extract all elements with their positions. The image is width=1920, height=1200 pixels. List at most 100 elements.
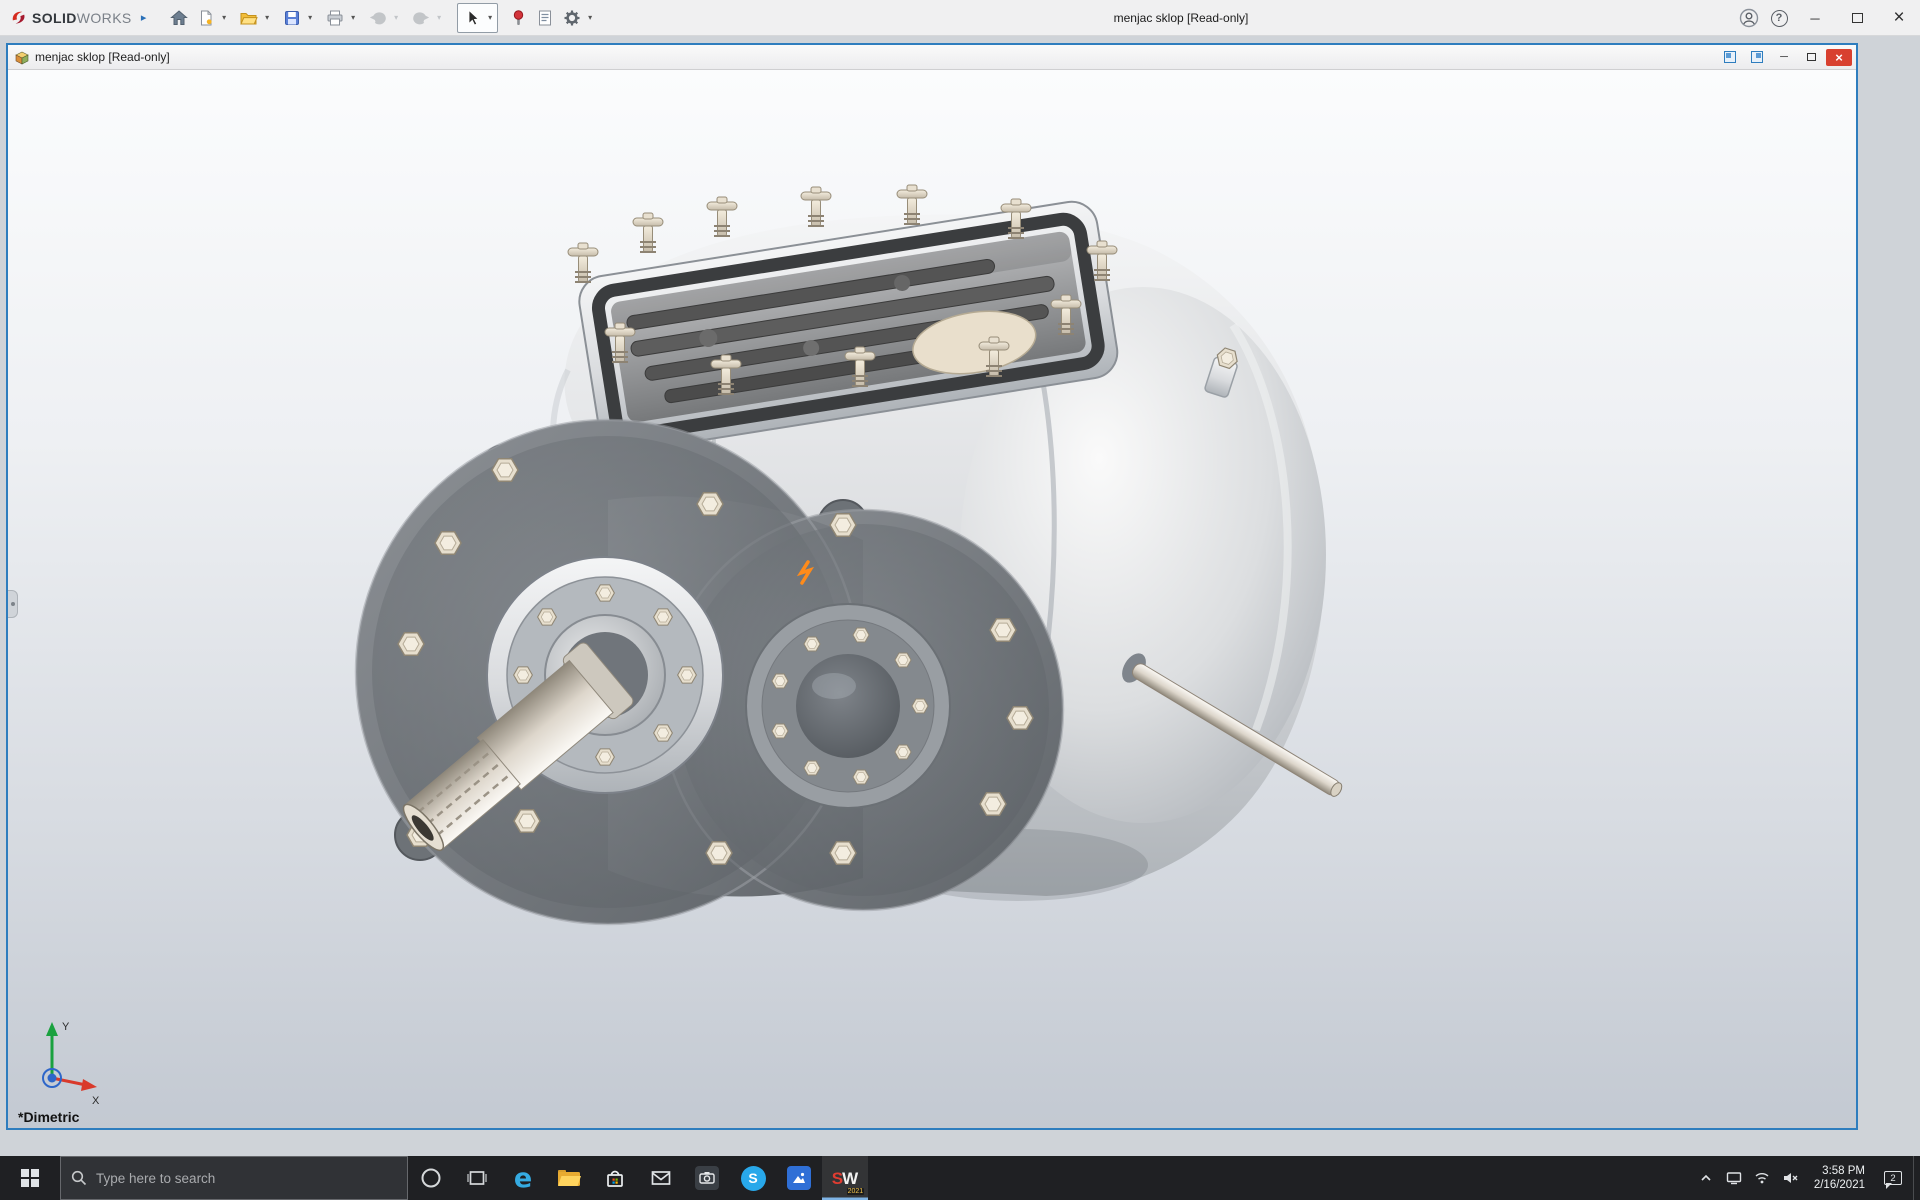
- doc-layout-button-2[interactable]: [1745, 48, 1769, 66]
- store-icon: [607, 1170, 623, 1187]
- taskbar-app-store[interactable]: [592, 1156, 638, 1200]
- save-icon: [284, 10, 299, 25]
- search-input[interactable]: [96, 1170, 397, 1186]
- tray-chevron-button[interactable]: [1694, 1156, 1718, 1200]
- user-icon: [1739, 8, 1759, 28]
- mail-icon: [651, 1171, 671, 1185]
- print-icon: [327, 10, 343, 25]
- dropdown-icon: ▾: [308, 12, 313, 22]
- main-toolbar: ▾ ▾ ▾ ▾ ▾ ▾ ▾ ▾: [166, 2, 601, 33]
- app-window-title: menjac sklop [Read-only]: [1113, 10, 1249, 25]
- taskbar-app-solidworks[interactable]: SW 2021: [822, 1156, 868, 1200]
- start-button[interactable]: [0, 1156, 60, 1200]
- new-document-dropdown[interactable]: ▾: [219, 4, 230, 32]
- assembly-icon: [15, 51, 29, 65]
- taskbar-app-mail[interactable]: [638, 1156, 684, 1200]
- maximize-button[interactable]: [1836, 0, 1878, 36]
- orientation-triad: Y X: [42, 1021, 100, 1107]
- minimize-button[interactable]: ─: [1794, 0, 1836, 36]
- options-button[interactable]: [559, 4, 585, 32]
- open-dropdown[interactable]: ▾: [262, 4, 273, 32]
- account-button[interactable]: [1734, 0, 1764, 36]
- undo-icon: [369, 11, 386, 24]
- select-tool-button[interactable]: [459, 4, 485, 32]
- file-properties-icon: [538, 10, 551, 25]
- clock-date: 2/16/2021: [1813, 1179, 1865, 1191]
- document-window: menjac sklop [Read-only] ─ × Y X *Dimetr…: [6, 43, 1858, 1130]
- doc-restore-button[interactable]: [1799, 48, 1823, 66]
- skype-icon: S: [740, 1165, 766, 1191]
- action-center-button[interactable]: 2: [1877, 1156, 1909, 1200]
- new-document-icon: [200, 10, 212, 25]
- options-dropdown[interactable]: ▾: [585, 4, 596, 32]
- viewport-3d[interactable]: Y X *Dimetric: [8, 70, 1856, 1128]
- dropdown-icon: ▾: [488, 12, 493, 22]
- dassault-logo-icon: [12, 11, 25, 24]
- print-dropdown[interactable]: ▾: [348, 4, 359, 32]
- maximize-icon: [1851, 13, 1863, 23]
- new-document-button[interactable]: [193, 4, 219, 32]
- undo-button[interactable]: [365, 4, 391, 32]
- minimize-icon: ─: [1810, 10, 1820, 26]
- gearbox-model[interactable]: [8, 70, 1856, 1128]
- close-icon: ×: [1835, 49, 1843, 65]
- redo-button[interactable]: [408, 4, 434, 32]
- select-tool-dropdown[interactable]: ▾: [485, 4, 496, 32]
- close-button[interactable]: ×: [1878, 0, 1920, 36]
- taskbar: e: [0, 1156, 1920, 1200]
- taskbar-app-camera[interactable]: [684, 1156, 730, 1200]
- taskbar-clock[interactable]: 3:58 PM 2/16/2021: [1806, 1164, 1873, 1192]
- gear-icon: [564, 10, 580, 25]
- network-icon: [1755, 1173, 1769, 1184]
- taskbar-app-edge[interactable]: e: [500, 1156, 546, 1200]
- taskbar-app-file-explorer[interactable]: [546, 1156, 592, 1200]
- side-cover[interactable]: [745, 603, 951, 809]
- solidworks-icon: SW 2021: [831, 1168, 865, 1195]
- solidworks-logo: SOLIDWORKS: [0, 9, 136, 26]
- help-button[interactable]: ?: [1764, 0, 1794, 36]
- dropdown-icon: ▾: [588, 12, 593, 22]
- file-properties-button[interactable]: [532, 4, 558, 32]
- featuremanager-collapse-tab[interactable]: [8, 590, 18, 618]
- search-icon: [71, 1170, 87, 1186]
- print-button[interactable]: [322, 4, 348, 32]
- workspace: menjac sklop [Read-only] ─ × Y X *Dimetr…: [0, 36, 1920, 1156]
- doc-layout-icon: [1751, 51, 1763, 63]
- open-folder-icon: [240, 12, 258, 24]
- triad-z-dot: [47, 1073, 57, 1083]
- save-dropdown[interactable]: ▾: [305, 4, 316, 32]
- cursor-icon: [468, 9, 479, 26]
- home-icon: [169, 9, 188, 25]
- save-button[interactable]: [279, 4, 305, 32]
- redo-dropdown[interactable]: ▾: [434, 4, 445, 32]
- doc-close-button[interactable]: ×: [1826, 48, 1852, 66]
- taskbar-search[interactable]: [60, 1156, 408, 1200]
- tray-network-button[interactable]: [1750, 1156, 1774, 1200]
- doc-layout-button-1[interactable]: [1718, 48, 1742, 66]
- dropdown-icon: ▾: [394, 12, 399, 22]
- display-icon: [1726, 1172, 1742, 1185]
- brand-text: SOLIDWORKS: [32, 9, 132, 26]
- photos-icon: [787, 1166, 811, 1190]
- close-icon: ×: [1893, 7, 1905, 28]
- home-button[interactable]: [166, 4, 192, 32]
- cortana-icon: [421, 1168, 441, 1188]
- undo-dropdown[interactable]: ▾: [391, 4, 402, 32]
- taskbar-app-photos[interactable]: [776, 1156, 822, 1200]
- windows-logo-icon: [21, 1169, 39, 1187]
- app-titlebar: SOLIDWORKS ▸ ▾ ▾ ▾ ▾ ▾ ▾ ▾ ▾ menjac sklo…: [0, 0, 1920, 36]
- document-titlebar[interactable]: menjac sklop [Read-only] ─ ×: [8, 45, 1856, 70]
- rebuild-button[interactable]: [505, 4, 531, 32]
- task-view-button[interactable]: [454, 1156, 500, 1200]
- toolbar-expand-arrow[interactable]: ▸: [136, 11, 152, 24]
- tray-display-button[interactable]: [1722, 1156, 1746, 1200]
- show-desktop-button[interactable]: [1913, 1156, 1920, 1200]
- edge-icon: e: [513, 1162, 533, 1194]
- taskbar-app-skype[interactable]: S: [730, 1156, 776, 1200]
- cortana-button[interactable]: [408, 1156, 454, 1200]
- doc-layout-icon: [1724, 51, 1736, 63]
- doc-minimize-button[interactable]: ─: [1772, 48, 1796, 66]
- notification-badge: 2: [1890, 1172, 1896, 1184]
- tray-volume-button[interactable]: [1778, 1156, 1802, 1200]
- open-button[interactable]: [236, 4, 262, 32]
